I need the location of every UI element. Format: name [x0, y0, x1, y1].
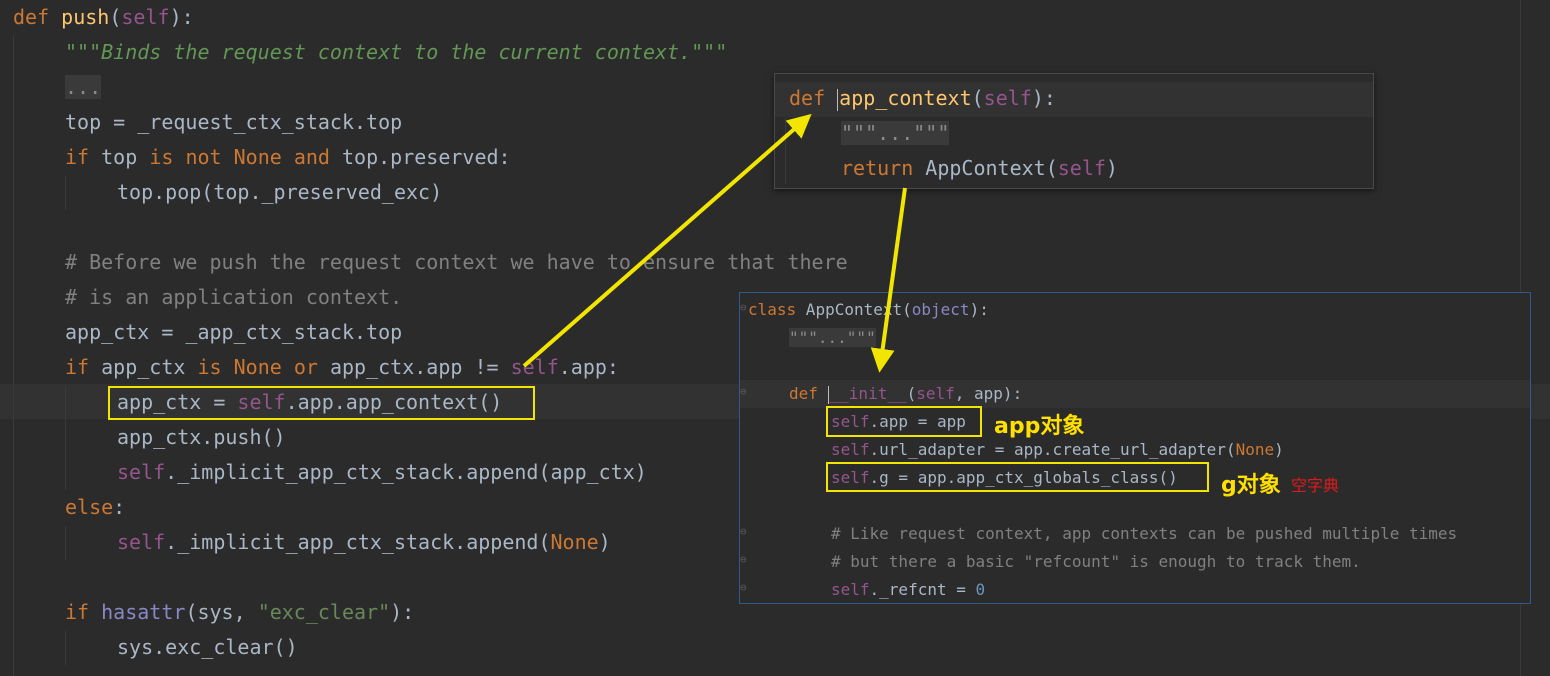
popup-line-class-def: class AppContext(object): [748, 300, 989, 319]
code-line-implicit-append: self._implicit_app_ctx_stack.append(app_… [117, 460, 647, 484]
appcontext-class-popup[interactable]: ⊖ ⊖ ⊖ ⊖ ⊖ class AppContext(object): """.… [739, 292, 1531, 604]
annotation-g-object: g对象 [1221, 473, 1281, 498]
code-line-else: else: [65, 495, 126, 519]
indent-guide [785, 118, 786, 184]
popup-line-folded-doc[interactable]: """...""" [789, 324, 876, 352]
popup-line-comment-2: # but there a basic "refcount" is enough… [831, 552, 1361, 571]
popup-line-refcnt: self._refcnt = 0 [831, 580, 986, 599]
popup-line-url-adapter: self.url_adapter = app.create_url_adapte… [831, 440, 1284, 459]
code-line-sys-exc-clear: sys.exc_clear() [117, 635, 298, 659]
fold-marker-icon[interactable]: ⊖ [740, 301, 747, 314]
code-line-implicit-append-none: self._implicit_app_ctx_stack.append(None… [117, 530, 611, 554]
folded-region[interactable]: """...""" [841, 121, 950, 145]
folded-region[interactable]: """...""" [789, 328, 876, 347]
code-line-top-pop: top.pop(top._preserved_exc) [117, 180, 443, 204]
indent-guide [13, 36, 14, 676]
code-line-comment-2: # is an application context. [65, 285, 403, 309]
code-line-if-top: if top is not None and top.preserved: [65, 145, 511, 169]
text-caret [827, 385, 829, 404]
indent-guide [65, 526, 66, 560]
indent-guide [65, 386, 66, 490]
fold-marker-icon[interactable]: ⊖ [740, 525, 747, 538]
folded-region[interactable]: ... [65, 75, 102, 99]
code-line-def-push: def push(self): [13, 5, 194, 29]
popup-line-init-def: def __init__(self, app): [789, 384, 1023, 404]
highlight-box-self-app [826, 406, 982, 437]
popup-line-comment-1: # Like request context, app contexts can… [831, 524, 1458, 543]
code-line-top-assign: top = _request_ctx_stack.top [65, 110, 403, 134]
fold-marker-icon[interactable]: ⊖ [740, 581, 747, 594]
fold-marker-icon[interactable]: ⊖ [740, 385, 747, 398]
code-line-push-call: app_ctx.push() [117, 425, 286, 449]
code-line-folded[interactable]: ... [65, 70, 102, 105]
highlight-box-self-g [826, 462, 1209, 492]
code-line-if-app-ctx: if app_ctx is None or app_ctx.app != sel… [65, 355, 619, 379]
code-line-hasattr: if hasattr(sys, "exc_clear"): [65, 600, 415, 624]
popup-line-def-app-context: def app_context(self): [789, 86, 1056, 111]
app-context-definition-popup[interactable]: def app_context(self): """...""" return … [774, 73, 1374, 189]
popup-line-folded-doc[interactable]: """...""" [841, 116, 950, 151]
indent-guide [65, 631, 66, 665]
annotation-app-object: app对象 [994, 414, 1085, 439]
annotation-empty-dict: 空字典 [1291, 476, 1340, 495]
code-line-comment-1: # Before we push the request context we … [65, 250, 848, 274]
popup-line-return: return AppContext(self) [841, 156, 1118, 180]
code-line-app-ctx-assign: app_ctx = _app_ctx_stack.top [65, 320, 403, 344]
highlight-box-app-context-call [108, 386, 535, 420]
fold-marker-icon[interactable]: ⊖ [740, 553, 747, 566]
indent-guide [65, 176, 66, 210]
code-line-docstring: """Binds the request context to the curr… [65, 40, 728, 64]
